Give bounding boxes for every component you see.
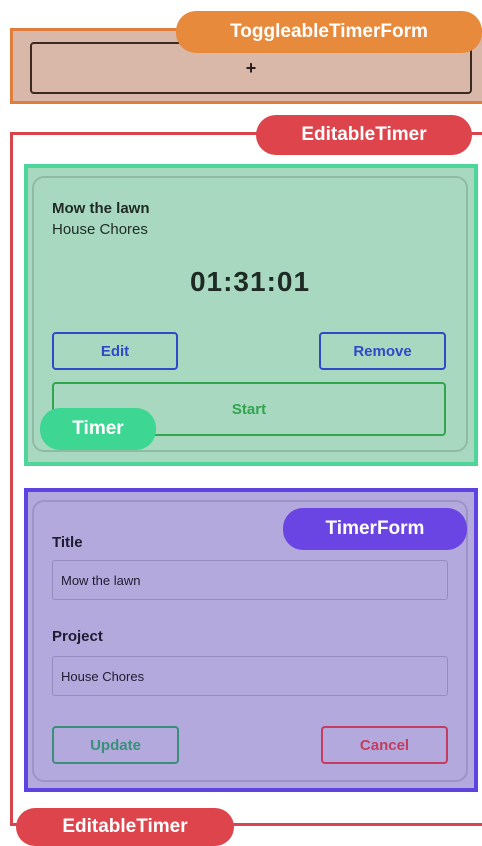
timer-form-label: TimerForm — [283, 508, 467, 550]
title-label: Title — [52, 534, 83, 551]
timer-project: House Chores — [52, 221, 148, 238]
editable-timer-label-bottom: EditableTimer — [16, 808, 234, 846]
title-input[interactable] — [52, 560, 448, 600]
timer-elapsed-time: 01:31:01 — [189, 266, 311, 297]
update-button[interactable]: Update — [52, 726, 179, 764]
remove-button[interactable]: Remove — [319, 332, 446, 370]
editable-timer-label-top: EditableTimer — [256, 115, 472, 155]
toggleable-timer-form-label: ToggleableTimerForm — [176, 11, 482, 53]
timer-label: Timer — [40, 408, 156, 450]
timer-title: Mow the lawn — [52, 200, 150, 217]
project-label: Project — [52, 628, 103, 645]
project-input[interactable] — [52, 656, 448, 696]
edit-button[interactable]: Edit — [52, 332, 178, 370]
cancel-button[interactable]: Cancel — [321, 726, 448, 764]
